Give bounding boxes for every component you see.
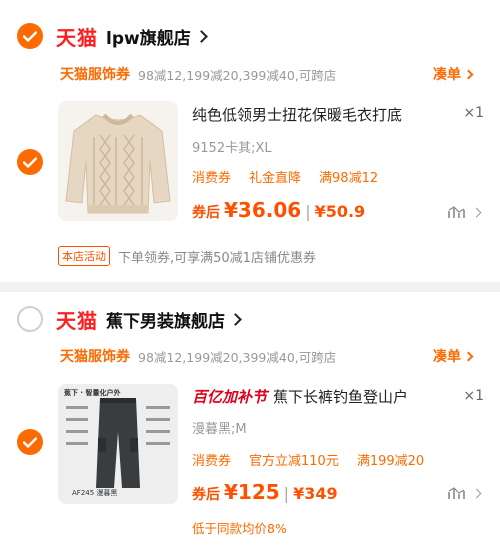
promo-tag: 天猫服饰券 [60, 349, 130, 365]
promo-text: 98减12,199减20,399减40,可跨店 [138, 349, 337, 365]
section-divider [0, 282, 500, 292]
check-icon [23, 156, 37, 168]
coupon-link[interactable]: 凑单 [433, 345, 474, 367]
chevron-right-icon [463, 351, 474, 361]
item-select-checkbox[interactable] [17, 429, 43, 455]
chevron-right-icon [194, 29, 208, 43]
product-image-pants[interactable]: 蕉下 · 智量化户外 AF245 漫暮黑 [58, 384, 178, 504]
chevron-right-icon [463, 69, 474, 79]
tag: 消费券 [192, 171, 232, 186]
chevron-right-icon [229, 312, 242, 326]
price-row: 券后 ¥125 | ¥349 [192, 480, 338, 504]
thumb-header: 蕉下 · 智量化户外 [64, 389, 121, 397]
sku-selector[interactable]: 漫暮黑;M [192, 418, 247, 437]
store-select-checkbox[interactable] [17, 23, 43, 49]
original-price: ¥349 [293, 484, 338, 503]
chevron-right-icon [471, 488, 482, 499]
product-tags: 消费券 礼金直降 满98减12 [192, 167, 378, 186]
price-label: 券后 [192, 487, 220, 503]
thumb-model: AF245 漫暮黑 [72, 489, 118, 497]
price-row: 券后 ¥36.06 | ¥50.9 [192, 198, 365, 222]
tag: 满199减20 [356, 454, 425, 469]
store-header[interactable]: 天猫 蕉下男装旗舰店 [56, 305, 242, 333]
tag: 消费券 [192, 454, 232, 469]
store-name: 蕉下男装旗舰店 [106, 311, 225, 332]
store-card-1: 天猫 lpw旗舰店 天猫服饰券 98减12,199减20,399减40,可跨店 … [0, 0, 500, 282]
tag: 官方立减110元 [249, 454, 339, 469]
original-price: ¥50.9 [314, 202, 366, 221]
check-icon [23, 30, 37, 42]
store-header[interactable]: 天猫 lpw旗舰店 [56, 22, 208, 50]
store-name: lpw旗舰店 [106, 28, 191, 49]
product-title-row[interactable]: 百亿加补节 蕉下长裤钓鱼登山户 [192, 386, 437, 407]
price-separator: | [283, 484, 290, 503]
quantity[interactable]: ×1 [463, 105, 484, 121]
tmall-logo: 天猫 [56, 310, 98, 333]
sku-selector[interactable]: 9152卡其;XL [192, 137, 272, 156]
promo-tag: 天猫服饰券 [60, 67, 130, 83]
pants-image [66, 398, 170, 488]
coupon-link[interactable]: 凑单 [433, 63, 474, 85]
check-icon [23, 436, 37, 448]
store-select-checkbox[interactable] [17, 306, 43, 332]
chevron-right-icon [471, 207, 482, 218]
shop-activity[interactable]: 本店活动 下单领券,可享满50减1店铺优惠券 [58, 246, 316, 266]
item-select-checkbox[interactable] [17, 149, 43, 175]
final-price: ¥36.06 [224, 198, 302, 222]
product-title: 蕉下长裤钓鱼登山户 [273, 388, 409, 406]
product-image-sweater[interactable] [58, 101, 178, 221]
tag: 礼金直降 [249, 171, 302, 186]
sweater-image [58, 101, 178, 221]
price-trend-icon[interactable] [448, 486, 466, 500]
coupon-link-label: 凑单 [433, 67, 461, 83]
price-trend-icon[interactable] [448, 205, 466, 219]
promo-row: 天猫服饰券 98减12,199减20,399减40,可跨店 [60, 345, 470, 367]
activity-text: 下单领券,可享满50减1店铺优惠券 [118, 250, 316, 266]
quantity[interactable]: ×1 [463, 388, 484, 404]
activity-badge: 本店活动 [58, 246, 110, 266]
price-label: 券后 [192, 205, 220, 221]
lowest-price-note: 低于同款均价8% [192, 521, 287, 536]
tag: 满98减12 [319, 171, 379, 186]
subsidy-badge: 百亿加补节 [192, 386, 268, 407]
store-card-2: 天猫 蕉下男装旗舰店 天猫服饰券 98减12,199减20,399减40,可跨店… [0, 292, 500, 545]
product-tags: 消费券 官方立减110元 满199减20 [192, 450, 424, 469]
promo-text: 98减12,199减20,399减40,可跨店 [138, 67, 337, 83]
promo-row: 天猫服饰券 98减12,199减20,399减40,可跨店 [60, 63, 470, 85]
coupon-link-label: 凑单 [433, 349, 461, 365]
final-price: ¥125 [224, 480, 280, 504]
price-separator: | [305, 202, 311, 221]
tmall-logo: 天猫 [56, 27, 98, 50]
product-title[interactable]: 纯色低领男士扭花保暖毛衣打底 [192, 104, 437, 125]
